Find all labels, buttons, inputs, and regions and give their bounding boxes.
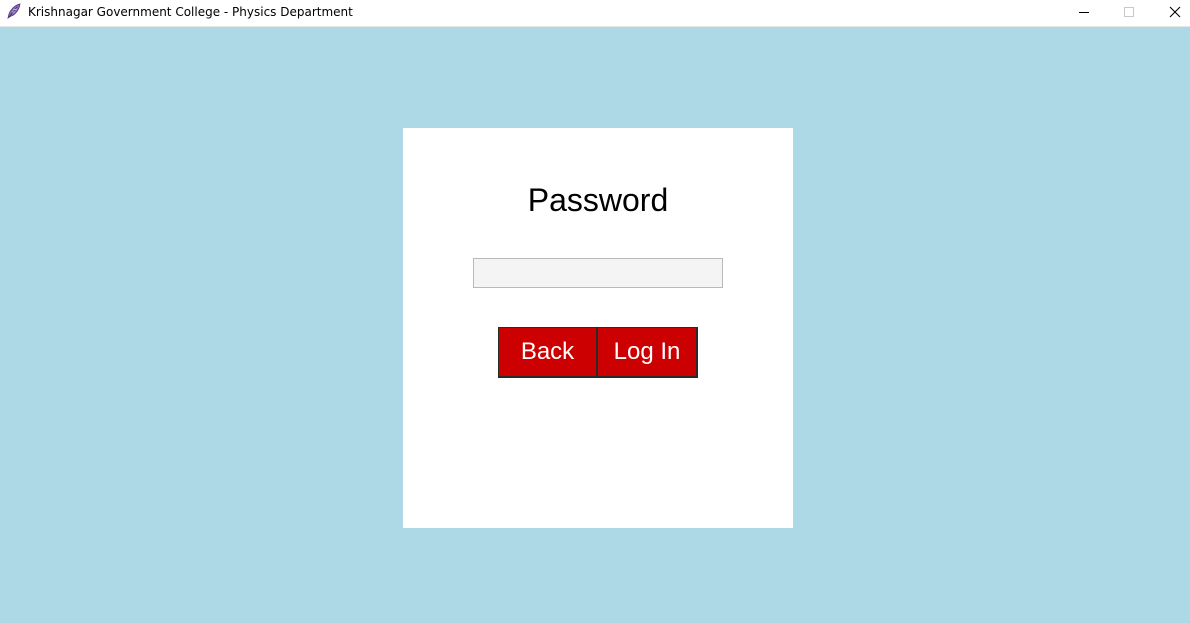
login-card: Password Back Log In <box>403 128 793 528</box>
back-button[interactable]: Back <box>498 327 598 378</box>
close-icon <box>1169 6 1181 18</box>
login-button[interactable]: Log In <box>597 327 698 378</box>
close-button[interactable] <box>1152 0 1190 26</box>
minimize-button[interactable] <box>1061 0 1107 26</box>
app-window: Krishnagar Government College - Physics … <box>0 0 1190 623</box>
feather-app-icon <box>6 3 22 19</box>
password-input[interactable] <box>473 258 723 288</box>
title-bar[interactable]: Krishnagar Government College - Physics … <box>0 0 1190 27</box>
password-heading: Password <box>527 182 669 218</box>
maximize-icon <box>1124 7 1134 17</box>
maximize-button[interactable] <box>1106 0 1152 26</box>
minimize-icon <box>1079 12 1089 13</box>
window-title: Krishnagar Government College - Physics … <box>28 5 353 19</box>
